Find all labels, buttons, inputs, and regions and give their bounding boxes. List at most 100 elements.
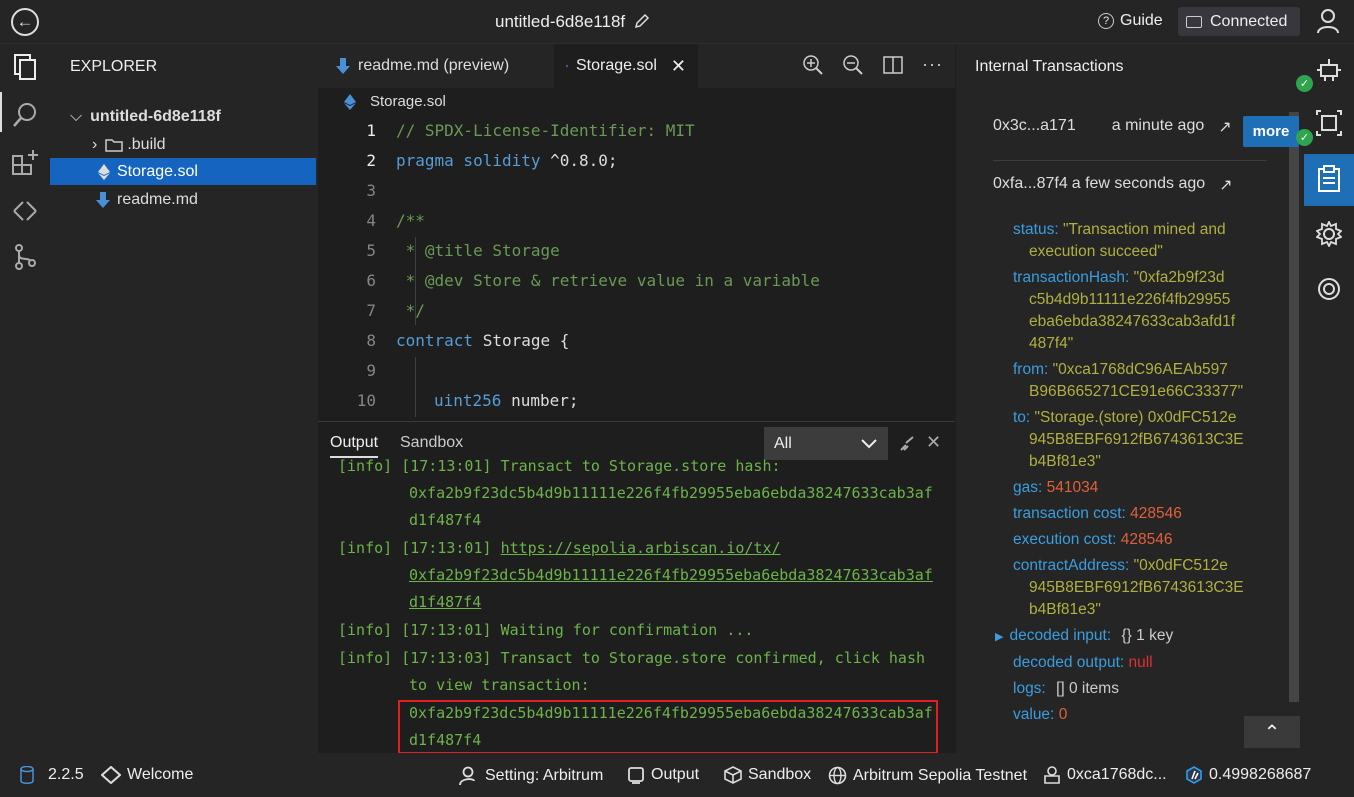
detail-from: from: "0xca1768dC96AEAb597 B96B665271CE91… bbox=[1013, 361, 1244, 400]
split-editor-icon[interactable] bbox=[882, 54, 904, 76]
code-line: 4/** bbox=[366, 210, 425, 230]
file-explorer: EXPLORER ⌵ untitled-6d8e118f › .build Stor… bbox=[50, 44, 318, 753]
folder-icon bbox=[105, 138, 124, 152]
more-button[interactable]: more bbox=[1243, 116, 1299, 147]
arbitrum-icon bbox=[1186, 766, 1202, 784]
plugins-icon[interactable] bbox=[10, 147, 40, 177]
markdown-icon bbox=[336, 58, 350, 74]
detail-gas: gas: 541034 bbox=[1013, 479, 1099, 496]
close-panel-icon[interactable]: ✕ bbox=[926, 432, 941, 453]
settings-icon[interactable] bbox=[1314, 219, 1344, 249]
log-line: [info] [17:13:01] Transact to Storage.st… bbox=[338, 458, 781, 475]
cube-icon bbox=[724, 766, 742, 784]
clear-log-icon[interactable] bbox=[898, 435, 916, 453]
detail-status: status: "Transaction mined and execution … bbox=[1013, 221, 1226, 260]
database-icon bbox=[20, 766, 34, 784]
zoom-in-icon[interactable] bbox=[802, 54, 824, 76]
more-actions-icon[interactable]: ··· bbox=[922, 54, 943, 76]
code-editor[interactable]: Storage.sol 1// SPDX-License-Identifier:… bbox=[318, 88, 955, 420]
back-icon[interactable]: ← bbox=[11, 8, 39, 36]
chevron-right-icon: › bbox=[92, 135, 98, 153]
tx-row[interactable]: 0xfa...87f4 a few seconds ago ↗ bbox=[993, 175, 1233, 195]
output-icon bbox=[628, 767, 644, 784]
log-line: [info] [17:13:03] Transact to Storage.st… bbox=[338, 649, 925, 667]
tree-item-build[interactable]: › .build bbox=[50, 131, 316, 158]
tab-output[interactable]: Output bbox=[330, 434, 379, 458]
connected-button[interactable]: Connected bbox=[1178, 7, 1300, 36]
ethereum-icon bbox=[566, 64, 568, 68]
git-icon[interactable] bbox=[10, 242, 40, 272]
user-icon[interactable] bbox=[1316, 8, 1340, 34]
check-icon: ✓ bbox=[1296, 75, 1313, 92]
close-icon[interactable]: ✕ bbox=[671, 56, 686, 77]
log-filter-select[interactable]: All bbox=[764, 427, 888, 460]
divider bbox=[993, 160, 1267, 161]
tree-item-storage-sol[interactable]: Storage.sol bbox=[50, 158, 316, 185]
log-link[interactable]: d1f487f4 bbox=[409, 589, 481, 616]
indent-guide bbox=[415, 237, 416, 325]
setting-item[interactable]: Setting: Arbitrum bbox=[459, 766, 603, 786]
detail-transaction-cost: transaction cost: 428546 bbox=[1013, 505, 1182, 522]
log-line[interactable]: 0xfa2b9f23dc5b4d9b11111e226f4fb29955eba6… bbox=[409, 480, 933, 507]
account-icon bbox=[1044, 766, 1060, 784]
log-line[interactable]: d1f487f4 bbox=[409, 507, 481, 534]
version-item[interactable]: 2.2.5 bbox=[20, 766, 84, 784]
network-item[interactable]: Arbitrum Sepolia Testnet bbox=[828, 766, 1027, 785]
guide-button[interactable]: ? Guide bbox=[1098, 12, 1163, 30]
workspace-root[interactable]: ⌵ untitled-6d8e118f bbox=[50, 103, 316, 130]
search-icon[interactable] bbox=[10, 100, 40, 130]
external-link-icon[interactable]: ↗ bbox=[1219, 175, 1232, 195]
code-line: 6 * @dev Store & retrieve value in a var… bbox=[366, 270, 820, 290]
detail-logs: logs: [] 0 items bbox=[1013, 680, 1119, 697]
deploy-icon[interactable] bbox=[1314, 108, 1344, 138]
detail-transaction-hash: transactionHash: "0xfa2b9f23d c5b4d9b1111… bbox=[1013, 269, 1236, 352]
highlight-box bbox=[398, 700, 938, 754]
robot-icon[interactable] bbox=[1314, 54, 1344, 84]
code-line: 2 pragma solidity ^0.8.0; bbox=[366, 150, 618, 170]
account-item[interactable]: 0xca1768dc... bbox=[1043, 766, 1167, 784]
detail-value: value: 0 bbox=[1013, 706, 1068, 723]
tab-readme[interactable]: readme.md (preview) bbox=[324, 44, 521, 88]
activity-bar bbox=[0, 44, 50, 753]
files-icon[interactable] bbox=[10, 52, 40, 82]
pencil-icon[interactable] bbox=[634, 13, 650, 29]
monitor-icon bbox=[1186, 15, 1202, 28]
scrollbar[interactable] bbox=[1289, 112, 1299, 702]
detail-decoded-input[interactable]: ▶ decoded input: {} 1 key bbox=[995, 625, 1173, 648]
explorer-heading: EXPLORER bbox=[70, 58, 158, 75]
external-link-icon[interactable]: ↗ bbox=[1218, 117, 1231, 137]
internal-transactions-panel: Internal Transactions 0x3c...a171 a minut… bbox=[956, 44, 1304, 753]
tree-item-readme[interactable]: readme.md bbox=[50, 186, 316, 213]
clipboard-icon[interactable] bbox=[1314, 164, 1344, 194]
tx-row[interactable]: 0x3c...a171 a minute ago ↗ bbox=[993, 117, 1232, 137]
chevron-down-icon bbox=[861, 438, 877, 448]
detail-execution-cost: execution cost: 428546 bbox=[1013, 531, 1173, 548]
log-link[interactable]: 0xfa2b9f23dc5b4d9b11111e226f4fb29955eba6… bbox=[409, 562, 933, 589]
compile-icon[interactable] bbox=[10, 196, 40, 226]
code-line: 1// SPDX-License-Identifier: MIT bbox=[366, 120, 695, 140]
status-bar: 2.2.5 Welcome Setting: Arbitrum Output S… bbox=[0, 753, 1354, 797]
welcome-icon bbox=[101, 766, 121, 784]
explorer-link[interactable]: https://sepolia.arbiscan.io/tx/ bbox=[501, 539, 781, 557]
output-item[interactable]: Output bbox=[627, 766, 699, 784]
tab-sandbox[interactable]: Sandbox bbox=[400, 434, 463, 452]
editor-tabs: readme.md (preview) Storage.sol ✕ ··· bbox=[318, 44, 955, 88]
code-line: 9 bbox=[366, 360, 376, 380]
user-settings-icon bbox=[459, 766, 475, 786]
log-line: to view transaction: bbox=[409, 676, 590, 694]
ai-icon[interactable] bbox=[1314, 274, 1344, 304]
balance-item: 0.4998268687 bbox=[1185, 766, 1311, 784]
welcome-item[interactable]: Welcome bbox=[101, 766, 193, 784]
code-line: 7 */ bbox=[366, 300, 425, 320]
check-icon: ✓ bbox=[1296, 129, 1313, 146]
detail-contract-address: contractAddress: "0x0dFC512e 945B8EBF6912… bbox=[1013, 557, 1244, 618]
scroll-top-button[interactable]: ⌃ bbox=[1244, 716, 1300, 748]
breadcrumb: Storage.sol bbox=[344, 93, 446, 110]
tab-storage-sol[interactable]: Storage.sol ✕ bbox=[554, 44, 698, 88]
sandbox-item[interactable]: Sandbox bbox=[724, 766, 811, 784]
code-line: 3 bbox=[366, 180, 376, 200]
editor-tools: ··· bbox=[802, 54, 943, 76]
chevron-up-icon: ⌃ bbox=[1263, 721, 1281, 744]
zoom-out-icon[interactable] bbox=[842, 54, 864, 76]
log-line: [info] [17:13:01] https://sepolia.arbisc… bbox=[338, 539, 781, 557]
